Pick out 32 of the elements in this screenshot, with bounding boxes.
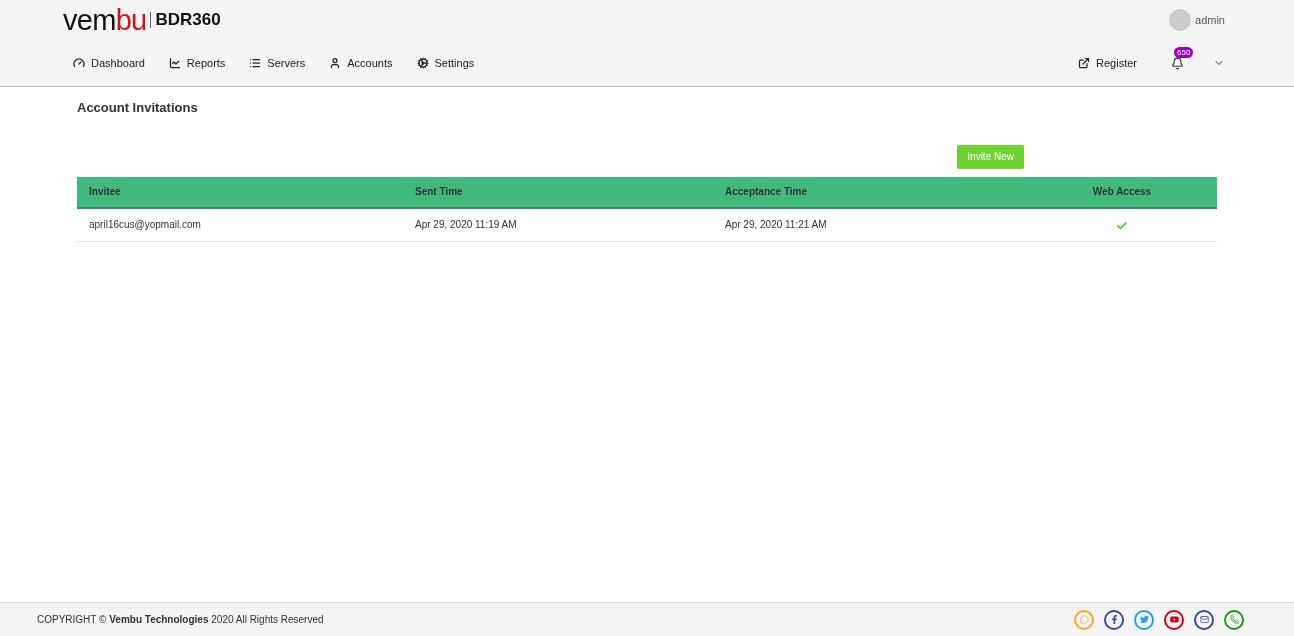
- twitter-icon[interactable]: [1134, 609, 1154, 630]
- nav-link[interactable]: Servers: [249, 54, 306, 72]
- column-header: Web Access: [1027, 176, 1217, 208]
- gears-icon: [416, 57, 429, 69]
- phone-icon[interactable]: [1224, 609, 1244, 630]
- line-chart-icon: [168, 57, 181, 69]
- register-link[interactable]: Register: [1078, 54, 1137, 72]
- nav-link[interactable]: Accounts: [329, 54, 393, 72]
- table-cell: april16cus@yopmail.com: [77, 207, 403, 242]
- column-header: Acceptance Time: [713, 176, 1027, 208]
- nav-link[interactable]: Dashboard: [73, 54, 145, 72]
- table-cell: Apr 29, 2020 11:19 AM: [403, 207, 713, 242]
- youtube-icon[interactable]: [1164, 609, 1184, 630]
- mail-icon[interactable]: [1194, 609, 1214, 630]
- page-title: Account Invitations: [77, 99, 199, 117]
- user-icon: [329, 57, 342, 69]
- nav-link[interactable]: Settings: [416, 54, 475, 72]
- vembu-logo: vembu: [63, 5, 147, 35]
- copyright-text: COPYRIGHT © Vembu Technologies 2020 All Rights Reserved: [37, 613, 324, 627]
- product-name: BDR360: [155, 9, 221, 32]
- notification-count: 650: [1174, 46, 1194, 58]
- column-header: Sent Time: [403, 176, 713, 208]
- bell-icon[interactable]: [1171, 56, 1184, 70]
- external-link-icon: [1078, 57, 1091, 69]
- list-icon: [249, 57, 262, 69]
- chat-icon[interactable]: [1074, 609, 1094, 630]
- nav-link[interactable]: Reports: [168, 54, 226, 72]
- gauge-icon: [73, 57, 85, 69]
- table-cell: Apr 29, 2020 11:21 AM: [713, 207, 1027, 242]
- facebook-icon[interactable]: [1104, 609, 1124, 630]
- column-header: Invitee: [77, 176, 403, 208]
- user-name[interactable]: admin: [1195, 11, 1225, 29]
